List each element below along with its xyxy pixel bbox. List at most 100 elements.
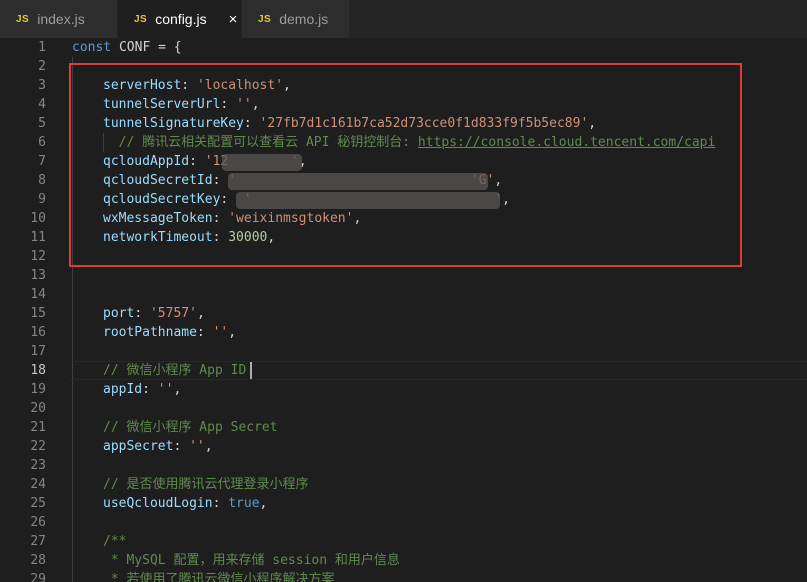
code-line[interactable]: 16 rootPathname: '', [0,323,807,342]
line-number: 26 [30,515,46,530]
code-line[interactable]: 13 [0,266,807,285]
line-number: 22 [30,439,46,454]
line-number: 15 [30,306,46,321]
code-token: useQcloudLogin [103,496,213,511]
code-text: * MySQL 配置，用来存储 session 和用户信息 [103,551,400,570]
code-line[interactable]: 24 // 是否使用腾讯云代理登录小程序 [0,475,807,494]
line-number: 27 [30,534,46,549]
line-number: 7 [38,154,46,169]
code-line[interactable]: 19 appId: '', [0,380,807,399]
code-text: useQcloudLogin: true, [103,494,267,513]
line-number: 10 [30,211,46,226]
code-text: appSecret: '', [103,437,213,456]
tab-demo-js[interactable]: JS demo.js [242,0,350,38]
line-number: 19 [30,382,46,397]
code-line[interactable]: 25 useQcloudLogin: true, [0,494,807,513]
code-line[interactable]: 29 * 若使用了腾讯云微信小程序解决方案 [0,570,807,582]
code-token: CONF = { [118,40,182,55]
close-icon[interactable]: × [229,11,238,28]
code-token: rootPathname [103,325,197,340]
line-number: 6 [38,135,46,150]
code-token: // 微信小程序 App Secret [103,420,278,435]
code-token: , [173,382,182,397]
code-line[interactable]: 22 appSecret: '', [0,437,807,456]
code-token: , [204,439,213,454]
code-token: : [134,306,150,321]
javascript-file-icon: JS [258,13,272,25]
line-number: 8 [38,173,46,188]
line-number: 5 [38,116,46,131]
code-line[interactable]: 23 [0,456,807,475]
code-line[interactable]: 15 port: '5757', [0,304,807,323]
code-token: : [173,439,190,454]
code-text: port: '5757', [103,304,205,323]
code-token: // 是否使用腾讯云代理登录小程序 [103,477,309,492]
line-number: 2 [38,59,46,74]
line-number: 4 [38,97,46,112]
line-number: 24 [30,477,46,492]
line-number: 20 [30,401,46,416]
code-token: '' [157,382,174,397]
editor-tab-bar: JS index.js JS config.js × JS demo.js [0,0,807,38]
tab-label: demo.js [279,11,329,27]
code-token: : [142,382,158,397]
code-token: /** [103,534,127,549]
line-number: 23 [30,458,46,473]
code-line[interactable]: 14 [0,285,807,304]
line-number: 9 [38,192,46,207]
line-number: 25 [30,496,46,511]
line-number: 12 [30,249,46,264]
javascript-file-icon: JS [16,13,30,25]
code-line[interactable]: 17 [0,342,807,361]
code-line[interactable]: 27 /** [0,532,807,551]
code-line[interactable]: 1 const CONF = { [0,38,807,57]
code-token: const [72,40,119,55]
javascript-file-icon: JS [134,13,148,25]
code-token: * MySQL 配置，用来存储 session 和用户信息 [103,553,400,568]
code-line[interactable]: 21 // 微信小程序 App Secret [0,418,807,437]
code-text: * 若使用了腾讯云微信小程序解决方案 [103,570,335,582]
code-line[interactable]: 28 * MySQL 配置，用来存储 session 和用户信息 [0,551,807,570]
tab-config-js[interactable]: JS config.js × [118,0,242,38]
line-number: 1 [38,40,46,55]
code-token: // 微信小程序 App ID [103,363,247,378]
code-editor[interactable]: 1 const CONF = {2 3 serverHost: 'localhost'… [0,38,807,582]
code-text: // 微信小程序 App Secret [103,418,278,437]
code-token: appId [103,382,143,397]
line-number: 29 [30,572,46,582]
code-token: : [196,325,213,340]
code-token: , [259,496,268,511]
line-number: 3 [38,78,46,93]
code-token: true [228,496,260,511]
tab-index-js[interactable]: JS index.js [0,0,118,38]
code-line[interactable]: 18 // 微信小程序 App ID [0,361,807,380]
code-line[interactable]: 26 [0,513,807,532]
line-number: 21 [30,420,46,435]
line-number: 18 [30,363,46,378]
line-number: 16 [30,325,46,340]
code-token: * 若使用了腾讯云微信小程序解决方案 [103,572,335,582]
code-line[interactable]: 20 [0,399,807,418]
text-cursor [250,362,252,379]
tab-label: index.js [37,11,85,27]
line-number: 17 [30,344,46,359]
code-text: appId: '', [103,380,181,399]
code-token: : [212,496,229,511]
code-token: port [103,306,135,321]
code-text: /** [103,532,126,551]
code-token: '' [189,439,205,454]
line-number: 14 [30,287,46,302]
code-token: , [196,306,205,321]
tab-label: config.js [155,11,207,27]
code-token: , [228,325,237,340]
red-highlight-box [69,63,742,267]
line-number: 28 [30,553,46,568]
code-text: // 微信小程序 App ID [103,361,246,380]
code-token: '' [212,325,229,340]
code-text: // 是否使用腾讯云代理登录小程序 [103,475,308,494]
code-token: '5757' [149,306,197,321]
code-token: appSecret [103,439,174,454]
line-number: 13 [30,268,46,283]
code-text: rootPathname: '', [103,323,236,342]
code-text: const CONF = { [72,38,182,57]
